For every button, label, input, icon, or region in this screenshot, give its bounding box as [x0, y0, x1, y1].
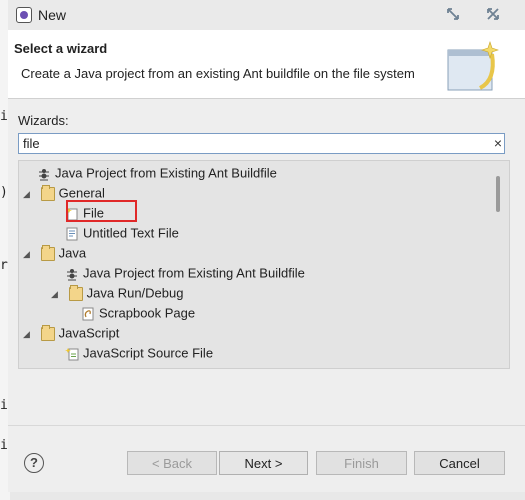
minimize-icon[interactable] [444, 7, 462, 23]
header-description: Create a Java project from an existing A… [21, 66, 415, 81]
folder-icon [40, 184, 55, 201]
annotation-highlight-box [66, 200, 137, 222]
folder-icon [40, 324, 55, 341]
scrapbook-icon [81, 307, 95, 321]
tree-item[interactable]: Untitled Text File [65, 223, 179, 243]
tree-item[interactable]: JavaScript Source File [65, 343, 213, 363]
help-icon[interactable]: ? [24, 453, 44, 473]
tree-scrollbar[interactable] [496, 176, 500, 212]
cancel-button[interactable]: Cancel [414, 451, 505, 475]
eclipse-app-icon [16, 7, 32, 23]
maximize-icon[interactable] [484, 7, 502, 23]
header-title: Select a wizard [14, 41, 108, 56]
wizard-filter-input[interactable]: file [18, 133, 505, 154]
ant-icon [65, 267, 79, 281]
next-button[interactable]: Next > [219, 451, 308, 475]
window-title: New [38, 7, 67, 23]
editor-text-fragment: ) [0, 185, 8, 200]
expand-arrow-icon[interactable]: ◢ [23, 244, 37, 264]
editor-text-fragment: i [0, 109, 8, 124]
editor-text-fragment: i [0, 398, 8, 413]
tree-item[interactable]: Java Project from Existing Ant Buildfile [37, 163, 277, 183]
folder-icon [40, 244, 55, 261]
folder-icon [68, 284, 83, 301]
new-wizard-dialog: New Select a wizard Create a Java projec… [8, 0, 525, 492]
footer-divider [8, 425, 525, 426]
wizard-banner-icon [444, 40, 500, 94]
expand-arrow-icon[interactable]: ◢ [23, 324, 37, 344]
tree-item-java-run-debug[interactable]: ◢ Java Run/Debug [51, 283, 183, 303]
js-file-icon [65, 347, 79, 361]
tree-item-javascript[interactable]: ◢ JavaScript [23, 323, 119, 343]
back-button[interactable]: < Back [127, 451, 217, 475]
clear-filter-icon[interactable]: × [491, 134, 505, 153]
expand-arrow-icon[interactable]: ◢ [23, 184, 37, 204]
wizards-label: Wizards: [18, 113, 69, 128]
text-file-icon [65, 227, 79, 241]
tree-item-java[interactable]: ◢ Java [23, 243, 86, 263]
tree-item[interactable]: Scrapbook Page [81, 303, 195, 323]
wizard-tree[interactable]: Java Project from Existing Ant Buildfile… [18, 160, 510, 369]
editor-text-fragment: i [0, 438, 8, 453]
editor-text-fragment: r [0, 258, 8, 273]
expand-arrow-icon[interactable]: ◢ [51, 284, 65, 304]
title-bar[interactable]: New [8, 0, 525, 30]
tree-item[interactable]: Java Project from Existing Ant Buildfile [65, 263, 305, 283]
ant-icon [37, 167, 51, 181]
wizard-header: Select a wizard Create a Java project fr… [8, 30, 525, 99]
finish-button[interactable]: Finish [316, 451, 407, 475]
